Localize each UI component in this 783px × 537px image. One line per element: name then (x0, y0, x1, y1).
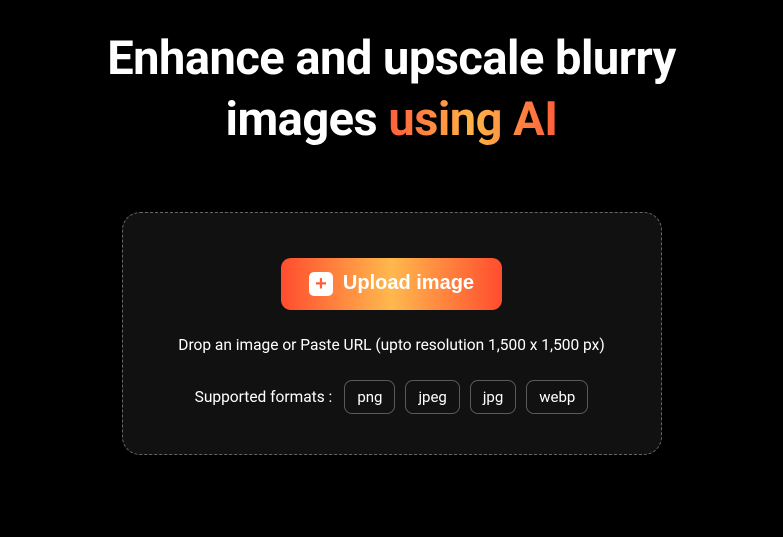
page-heading: Enhance and upscale blurry images using … (0, 0, 783, 150)
heading-line-2: images using AI (40, 91, 743, 150)
format-chip-jpg: jpg (470, 380, 516, 414)
heading-line-1: Enhance and upscale blurry (40, 30, 743, 89)
upload-image-button[interactable]: + Upload image (281, 258, 502, 310)
drop-hint-text: Drop an image or Paste URL (upto resolut… (153, 336, 631, 354)
heading-accent: using AI (388, 92, 557, 147)
format-chip-png: png (344, 380, 395, 414)
upload-button-label: Upload image (343, 272, 474, 295)
supported-formats-row: Supported formats : png jpeg jpg webp (153, 380, 631, 414)
heading-line-2-plain: images (226, 92, 389, 147)
supported-formats-label: Supported formats : (195, 388, 333, 406)
plus-icon: + (309, 272, 333, 296)
format-chip-webp: webp (526, 380, 588, 414)
upload-dropzone[interactable]: + Upload image Drop an image or Paste UR… (122, 212, 662, 455)
format-chip-jpeg: jpeg (405, 380, 459, 414)
